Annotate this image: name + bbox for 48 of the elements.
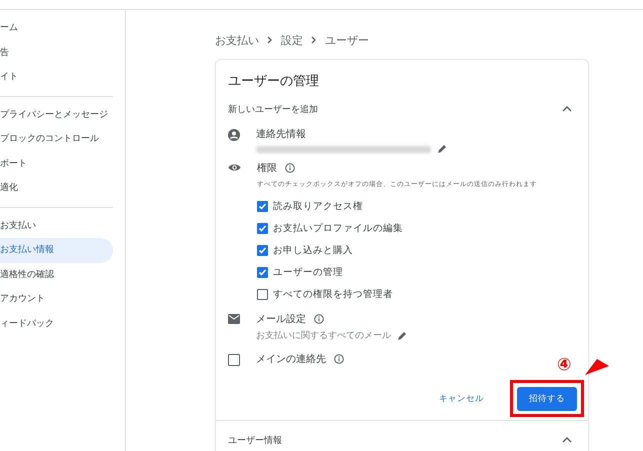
sidebar-item[interactable]: 適化 — [0, 176, 113, 200]
sidebar-item[interactable]: アカウント — [0, 287, 113, 312]
breadcrumb-item: ユーザー — [325, 32, 369, 48]
checkbox[interactable] — [257, 222, 268, 234]
checkbox-label: お申し込みと購入 — [273, 244, 353, 256]
contact-label: 連絡先情報 — [256, 128, 307, 141]
sidebar-item[interactable]: 適格性の確認 — [0, 262, 113, 287]
checkbox-label: 読み取りアクセス権 — [273, 200, 363, 212]
main-contact-label: メインの連絡先 — [256, 352, 326, 366]
pointer-icon — [585, 359, 609, 375]
checkbox-label: お支払いプロファイルの編集 — [273, 222, 403, 234]
checkbox[interactable] — [257, 288, 268, 300]
section-title: 新しいユーザーを追加 — [228, 104, 318, 116]
cancel-button[interactable]: キャンセル — [435, 388, 488, 408]
person-icon — [228, 129, 240, 141]
checkbox[interactable] — [257, 200, 268, 212]
sidebar-item[interactable]: ーム — [0, 16, 113, 40]
info-icon[interactable] — [334, 354, 344, 364]
checkbox-label: ユーザーの管理 — [273, 266, 343, 278]
email-settings-label: メール設定 — [256, 312, 306, 326]
pencil-icon[interactable] — [397, 330, 407, 340]
invite-button[interactable]: 招待する — [517, 387, 577, 411]
section-title: ユーザー情報 — [228, 434, 282, 446]
sidebar-item[interactable]: ポート — [0, 152, 113, 176]
chevron-icon[interactable] — [562, 437, 572, 443]
permissions-label: 権限 — [257, 162, 277, 175]
breadcrumb-item[interactable]: 設定 — [281, 32, 303, 48]
email-settings-value: お支払いに関するすべてのメール — [256, 330, 391, 342]
checkbox[interactable] — [228, 354, 240, 366]
breadcrumb-item[interactable]: お支払い — [215, 32, 259, 48]
sidebar-item[interactable]: ブロックのコントロール — [0, 127, 113, 152]
sidebar-item[interactable]: お支払い — [0, 214, 113, 238]
checkbox[interactable] — [257, 244, 268, 256]
eye-icon — [228, 163, 241, 172]
step-number: ④ — [557, 355, 572, 375]
sidebar-item[interactable]: お支払い情報 — [0, 238, 113, 262]
sidebar-item[interactable]: プライバシーとメッセージ — [0, 102, 113, 127]
checkbox-label: すべての権限を持つ管理者 — [273, 288, 393, 300]
pencil-icon[interactable] — [437, 144, 447, 154]
sidebar-item[interactable]: 告 — [0, 40, 113, 65]
info-icon[interactable] — [314, 314, 324, 324]
chevron-icon[interactable] — [562, 106, 572, 112]
card-title: ユーザーの管理 — [227, 73, 320, 91]
checkbox[interactable] — [257, 266, 268, 278]
info-icon[interactable] — [285, 163, 295, 173]
sidebar-item[interactable]: ィードバック — [0, 312, 113, 336]
envelope-icon — [228, 314, 240, 324]
sidebar-item[interactable]: イト — [0, 65, 113, 90]
